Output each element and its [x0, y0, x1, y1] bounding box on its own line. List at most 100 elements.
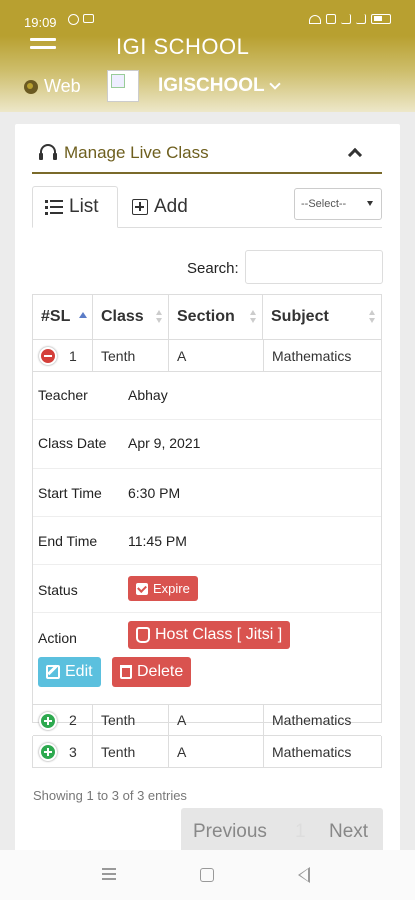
cell-subject: Mathematics — [263, 705, 381, 735]
tab-list[interactable]: List — [32, 186, 118, 228]
signal-icon-2 — [356, 14, 366, 24]
web-link[interactable]: Web — [24, 76, 81, 97]
search-label: Search: — [187, 260, 239, 277]
wifi-icon — [309, 14, 321, 24]
detail-start-time: Start Time 6:30 PM — [33, 469, 381, 517]
whatsapp-icon — [68, 14, 79, 25]
table-row[interactable]: 3 Tenth A Mathematics — [33, 736, 381, 767]
detail-end-time-label: End Time — [38, 533, 98, 549]
host-class-button-label: Host Class [ Jitsi ] — [155, 626, 283, 643]
table-header: #SL Class Section Subject — [33, 295, 381, 340]
status-bar: 19:09 — [0, 0, 415, 36]
cell-sl: 1 — [33, 340, 93, 371]
notification-icons — [68, 14, 94, 25]
trash-icon — [120, 665, 132, 679]
detail-teacher: Teacher Abhay — [33, 372, 381, 420]
globe-icon — [24, 79, 38, 94]
filter-select-value: --Select-- — [301, 198, 347, 210]
cell-sl-value: 3 — [69, 743, 77, 760]
status-badge: Expire — [128, 576, 198, 601]
column-header-section-label: Section — [177, 308, 235, 325]
sort-icon — [369, 310, 375, 324]
chevron-up-icon[interactable] — [347, 147, 363, 163]
table-row[interactable]: 1 Tenth A Mathematics — [33, 340, 381, 372]
status-badge-label: Expire — [153, 581, 190, 596]
live-class-table: #SL Class Section Subject 1 Tenth A Math… — [32, 294, 382, 736]
column-header-sl-label: #SL — [41, 308, 71, 325]
cell-class: Tenth — [93, 736, 169, 767]
delete-button[interactable]: Delete — [112, 657, 192, 687]
expand-row-icon[interactable] — [39, 743, 57, 761]
tab-add[interactable]: Add — [132, 186, 188, 228]
entries-info: Showing 1 to 3 of 3 entries — [33, 788, 187, 803]
edit-button[interactable]: Edit — [38, 657, 101, 687]
cell-sl: 2 — [33, 705, 93, 735]
detail-action-label: Action — [38, 630, 77, 646]
cell-subject: Mathematics — [263, 736, 381, 767]
host-class-button[interactable]: Host Class [ Jitsi ] — [128, 621, 291, 649]
next-button[interactable]: Next — [329, 821, 368, 843]
detail-teacher-label: Teacher — [38, 387, 88, 403]
check-square-icon — [136, 582, 148, 595]
status-time: 19:09 — [24, 15, 57, 30]
detail-class-date-value: Apr 9, 2021 — [128, 435, 201, 451]
panel-title: Manage Live Class — [64, 143, 209, 162]
detail-start-time-label: Start Time — [38, 485, 102, 501]
school-selector[interactable]: IGISCHOOL — [158, 75, 281, 97]
cell-class: Tenth — [93, 705, 169, 735]
search-input[interactable] — [245, 250, 383, 284]
plus-square-icon — [132, 199, 148, 215]
panel-header: Manage Live Class — [32, 138, 382, 174]
signal-icon — [341, 14, 351, 24]
home-icon[interactable] — [200, 868, 214, 882]
system-status-icons — [309, 14, 391, 24]
list-icon — [45, 199, 63, 215]
pagination: Previous 1 Next — [181, 808, 383, 854]
tab-list-label: List — [69, 196, 99, 217]
detail-status: Status Expire — [33, 565, 381, 613]
detail-class-date: Class Date Apr 9, 2021 — [33, 420, 381, 469]
headset-icon — [39, 144, 57, 160]
detail-action: Action Host Class [ Jitsi ] Edit Delete — [33, 613, 381, 704]
sort-icon — [250, 310, 256, 324]
live-class-table-last-row: 3 Tenth A Mathematics — [32, 736, 382, 768]
cell-subject: Mathematics — [263, 340, 381, 371]
school-selector-label: IGISCHOOL — [158, 75, 265, 96]
column-header-sl[interactable]: #SL — [33, 295, 93, 339]
menu-icon[interactable] — [30, 38, 56, 54]
back-icon[interactable] — [298, 867, 310, 883]
app-header: IGI SCHOOL Web IGISCHOOL — [0, 34, 415, 112]
edit-icon — [46, 665, 60, 679]
column-header-class-label: Class — [101, 308, 144, 325]
tab-add-label: Add — [154, 196, 188, 217]
cell-section: A — [177, 743, 187, 760]
expand-row-icon[interactable] — [39, 712, 57, 730]
row-detail: Teacher Abhay Class Date Apr 9, 2021 Sta… — [33, 372, 381, 704]
previous-button[interactable]: Previous — [193, 821, 267, 843]
cell-sl: 3 — [33, 736, 93, 767]
delete-button-label: Delete — [137, 663, 184, 680]
mail-icon — [83, 14, 94, 23]
sort-asc-icon — [79, 312, 87, 318]
detail-end-time: End Time 11:45 PM — [33, 517, 381, 565]
tab-bar: List Add --Select-- — [32, 186, 382, 228]
detail-end-time-value: 11:45 PM — [128, 533, 187, 549]
caret-down-icon — [367, 201, 373, 206]
hand-pointer-icon — [136, 627, 150, 643]
cell-sl-value: 1 — [69, 347, 77, 364]
school-logo — [107, 70, 139, 102]
column-header-section[interactable]: Section — [169, 295, 263, 339]
web-label: Web — [44, 76, 81, 96]
app-title: IGI SCHOOL — [116, 34, 250, 59]
cell-section: A — [177, 347, 187, 364]
recent-apps-icon[interactable] — [102, 868, 116, 883]
column-header-subject[interactable]: Subject — [263, 295, 381, 339]
detail-status-label: Status — [38, 582, 78, 598]
table-row[interactable]: 2 Tenth A Mathematics — [33, 704, 381, 736]
collapse-row-icon[interactable] — [39, 347, 57, 365]
edit-button-label: Edit — [65, 663, 93, 680]
filter-select[interactable]: --Select-- — [294, 188, 382, 220]
column-header-class[interactable]: Class — [93, 295, 169, 339]
page-1-button[interactable]: 1 — [295, 821, 306, 843]
battery-icon — [371, 14, 391, 24]
